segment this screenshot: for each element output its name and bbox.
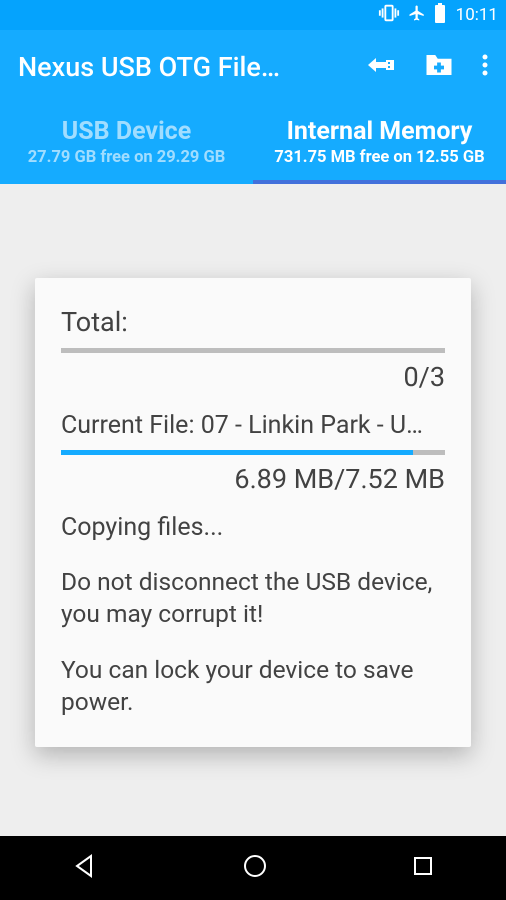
copy-hint: You can lock your device to save power. bbox=[61, 654, 445, 718]
tab-usb-label: USB Device bbox=[62, 117, 191, 146]
nav-recent-icon[interactable] bbox=[411, 854, 435, 882]
tab-usb-sub: 27.79 GB free on 29.29 GB bbox=[28, 148, 226, 167]
vibrate-icon bbox=[378, 4, 400, 27]
current-progress-fill bbox=[61, 450, 413, 455]
tab-indicator bbox=[253, 180, 506, 184]
nav-back-icon[interactable] bbox=[71, 852, 99, 884]
nav-home-icon[interactable] bbox=[242, 853, 268, 883]
battery-icon bbox=[434, 3, 446, 28]
copy-status: Copying files... bbox=[61, 513, 445, 542]
app-title: Nexus USB OTG File… bbox=[18, 51, 366, 83]
usb-action-icon[interactable] bbox=[366, 52, 396, 82]
total-label: Total: bbox=[61, 306, 445, 338]
tab-internal-label: Internal Memory bbox=[287, 117, 473, 146]
current-progress bbox=[61, 450, 445, 455]
total-value: 0/3 bbox=[61, 361, 445, 393]
navigation-bar bbox=[0, 836, 506, 900]
current-file-label: Current File: 07 - Linkin Park - U… bbox=[61, 411, 445, 440]
tab-internal-memory[interactable]: Internal Memory 731.75 MB free on 12.55 … bbox=[253, 104, 506, 184]
app-bar: Nexus USB OTG File… bbox=[0, 30, 506, 104]
status-time: 10:11 bbox=[456, 5, 498, 25]
tabs: USB Device 27.79 GB free on 29.29 GB Int… bbox=[0, 104, 506, 184]
status-bar: 10:11 bbox=[0, 0, 506, 30]
copy-warning: Do not disconnect the USB device, you ma… bbox=[61, 566, 445, 630]
new-folder-icon[interactable] bbox=[424, 52, 454, 82]
copy-dialog: Total: 0/3 Current File: 07 - Linkin Par… bbox=[35, 278, 471, 747]
airplane-icon bbox=[408, 4, 426, 27]
total-progress bbox=[61, 348, 445, 353]
tab-internal-sub: 731.75 MB free on 12.55 GB bbox=[274, 148, 484, 167]
current-value: 6.89 MB/7.52 MB bbox=[61, 463, 445, 495]
tab-usb-device[interactable]: USB Device 27.79 GB free on 29.29 GB bbox=[0, 104, 253, 184]
overflow-menu-icon[interactable] bbox=[482, 53, 488, 81]
